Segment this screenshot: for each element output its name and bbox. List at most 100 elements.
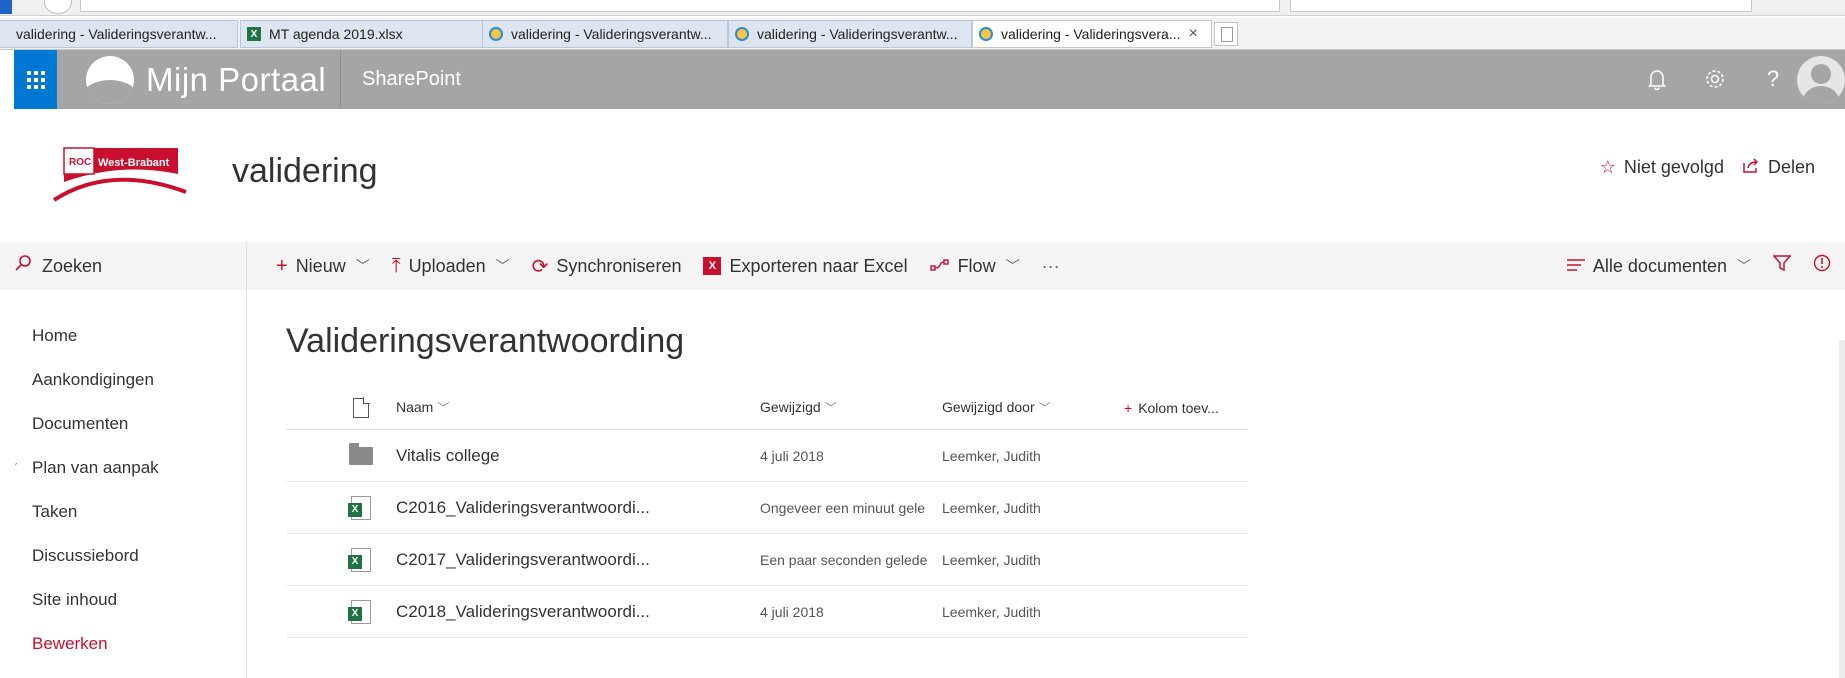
row-modified: 4 juli 2018: [760, 447, 824, 464]
view-selector[interactable]: Alle documenten ﹀: [1566, 255, 1751, 278]
nav-item-aankondigingen[interactable]: Aankondigingen: [14, 358, 246, 402]
plus-icon: +: [276, 254, 288, 277]
ie-icon: [979, 27, 993, 41]
info-button[interactable]: [1813, 254, 1831, 278]
close-icon[interactable]: ×: [1189, 25, 1198, 43]
column-header-name[interactable]: Naam ﹀: [396, 399, 760, 416]
site-actions: ☆ Niet gevolgd Delen: [1600, 157, 1815, 178]
nav-divider: [246, 242, 247, 678]
logo-text-wb: West-Brabant: [98, 157, 170, 169]
browser-address-area: [0, 0, 1845, 16]
ie-icon: [489, 27, 503, 41]
help-icon[interactable]: ?: [1760, 66, 1786, 92]
suite-bar: Mijn Portaal SharePoint ?: [14, 50, 1845, 109]
document-list: Naam ﹀ Gewijzigd ﹀ Gewijzigd door ﹀ + Kolom …: [286, 386, 1248, 638]
file-type-column-header[interactable]: [286, 396, 396, 418]
nav-item-taken[interactable]: Taken: [14, 490, 246, 534]
gear-icon[interactable]: [1702, 66, 1728, 92]
browser-tab[interactable]: validering - Valideringsverantw...: [482, 20, 728, 48]
sharepoint-link[interactable]: SharePoint: [362, 50, 461, 109]
row-name-link[interactable]: C2017_Valideringsverantwoordi...: [396, 550, 760, 570]
plus-icon: +: [1124, 399, 1133, 416]
table-row[interactable]: Vitalis college 4 juli 2018 Leemker, Jud…: [286, 430, 1248, 482]
export-excel-button[interactable]: X Exporteren naar Excel: [703, 255, 908, 277]
search-box[interactable]: Zoeken: [14, 242, 246, 290]
avatar[interactable]: [1797, 56, 1845, 104]
new-tab-button[interactable]: [1214, 22, 1238, 46]
export-label: Exporteren naar Excel: [729, 255, 908, 276]
app-launcher-button[interactable]: [14, 50, 57, 109]
nav-label: Plan van aanpak: [32, 458, 159, 477]
sync-button[interactable]: ⟳ Synchroniseren: [532, 254, 682, 279]
nav-item-discussiebord[interactable]: Discussiebord: [14, 534, 246, 578]
more-icon: ···: [1041, 255, 1060, 276]
star-icon: ☆: [1599, 157, 1616, 177]
upload-button[interactable]: ⤒ Uploaden ﹀: [392, 255, 510, 278]
nav-item-plan-van-aanpak[interactable]: ˊ Plan van aanpak: [14, 446, 246, 490]
column-header-label: Gewijzigd door: [942, 399, 1035, 415]
row-modified-by[interactable]: Leemker, Judith: [942, 448, 1124, 464]
site-logo[interactable]: ROC West-Brabant: [50, 144, 190, 204]
nav-label: Documenten: [32, 414, 129, 433]
share-icon: [1742, 157, 1760, 178]
add-column-label: Kolom toev...: [1138, 399, 1219, 416]
row-modified: Een paar seconden gelede: [760, 551, 928, 568]
chevron-icon[interactable]: ˊ: [14, 461, 18, 475]
lines-icon: [1566, 255, 1585, 278]
nav-item-site-inhoud[interactable]: Site inhoud: [14, 578, 246, 622]
flow-button[interactable]: Flow ﹀: [929, 255, 1020, 278]
tab-title: validering - Valideringsverantw...: [511, 26, 712, 42]
chevron-down-icon: ﹀: [1038, 401, 1051, 415]
follow-label: Niet gevolgd: [1623, 157, 1724, 177]
share-button[interactable]: Delen: [1742, 157, 1815, 178]
browser-tab[interactable]: validering - Valideringsverantw...: [728, 20, 972, 48]
row-name-link[interactable]: C2016_Valideringsverantwoordi...: [396, 498, 760, 518]
browser-back-button[interactable]: [0, 0, 12, 14]
filter-button[interactable]: [1772, 254, 1792, 278]
browser-tab[interactable]: X MT agenda 2019.xlsx: [240, 20, 486, 48]
folder-icon: [349, 442, 373, 465]
add-column-button[interactable]: + Kolom toev...: [1124, 400, 1248, 416]
table-row[interactable]: X C2016_Valideringsverantwoordi... Ongev…: [286, 482, 1248, 534]
portal-brand-link[interactable]: Mijn Portaal: [86, 50, 326, 109]
browser-tab[interactable]: validering - Valideringsverantw...: [0, 20, 238, 48]
column-header-modified[interactable]: Gewijzigd ﹀: [760, 399, 942, 416]
chevron-down-icon: ﹀: [355, 258, 370, 274]
browser-tab-active[interactable]: validering - Valideringsvera... ×: [972, 20, 1212, 48]
follow-button[interactable]: ☆ Niet gevolgd: [1600, 157, 1724, 178]
site-title[interactable]: validering: [232, 152, 378, 191]
nav-item-documenten[interactable]: Documenten: [14, 402, 246, 446]
row-name-link[interactable]: C2018_Valideringsverantwoordi...: [396, 602, 760, 622]
row-modified-by[interactable]: Leemker, Judith: [942, 500, 1124, 516]
chevron-down-icon: ﹀: [824, 401, 837, 415]
table-row[interactable]: X C2017_Valideringsverantwoordi... Een p…: [286, 534, 1248, 586]
row-modified-by[interactable]: Leemker, Judith: [942, 604, 1124, 620]
row-modified: 4 juli 2018: [760, 603, 824, 620]
portal-brand-label: Mijn Portaal: [146, 60, 327, 98]
row-name-link[interactable]: Vitalis college: [396, 446, 760, 466]
column-header-label: Gewijzigd: [760, 399, 821, 415]
command-bar-right: Alle documenten ﹀: [1566, 242, 1831, 290]
ie-icon: [735, 27, 749, 41]
browser-search-box[interactable]: [1290, 0, 1752, 12]
chevron-down-icon: ﹀: [437, 401, 450, 415]
browser-tab-bar: validering - Valideringsverantw... X MT …: [0, 18, 1845, 50]
table-row[interactable]: X C2018_Valideringsverantwoordi... 4 jul…: [286, 586, 1248, 638]
chevron-down-icon: ﹀: [495, 258, 510, 274]
document-list-header: Naam ﹀ Gewijzigd ﹀ Gewijzigd door ﹀ + Kolom …: [286, 386, 1248, 430]
nav-item-home[interactable]: Home: [14, 314, 246, 358]
excel-file-icon: X: [348, 547, 371, 572]
new-button[interactable]: + Nieuw ﹀: [276, 255, 370, 278]
excel-icon: X: [247, 27, 261, 41]
more-button[interactable]: ···: [1042, 256, 1060, 277]
browser-forward-button[interactable]: [44, 0, 72, 14]
column-header-modified-by[interactable]: Gewijzigd door ﹀: [942, 399, 1124, 416]
tab-title: validering - Valideringsverantw...: [757, 26, 958, 42]
flow-icon: [929, 255, 950, 278]
row-modified-by[interactable]: Leemker, Judith: [942, 552, 1124, 568]
address-bar[interactable]: [80, 0, 1280, 12]
bell-icon[interactable]: [1644, 66, 1670, 92]
excel-file-icon: X: [348, 495, 371, 520]
nav-edit-link[interactable]: Bewerken: [14, 622, 246, 666]
scrollbar[interactable]: [1839, 340, 1845, 678]
